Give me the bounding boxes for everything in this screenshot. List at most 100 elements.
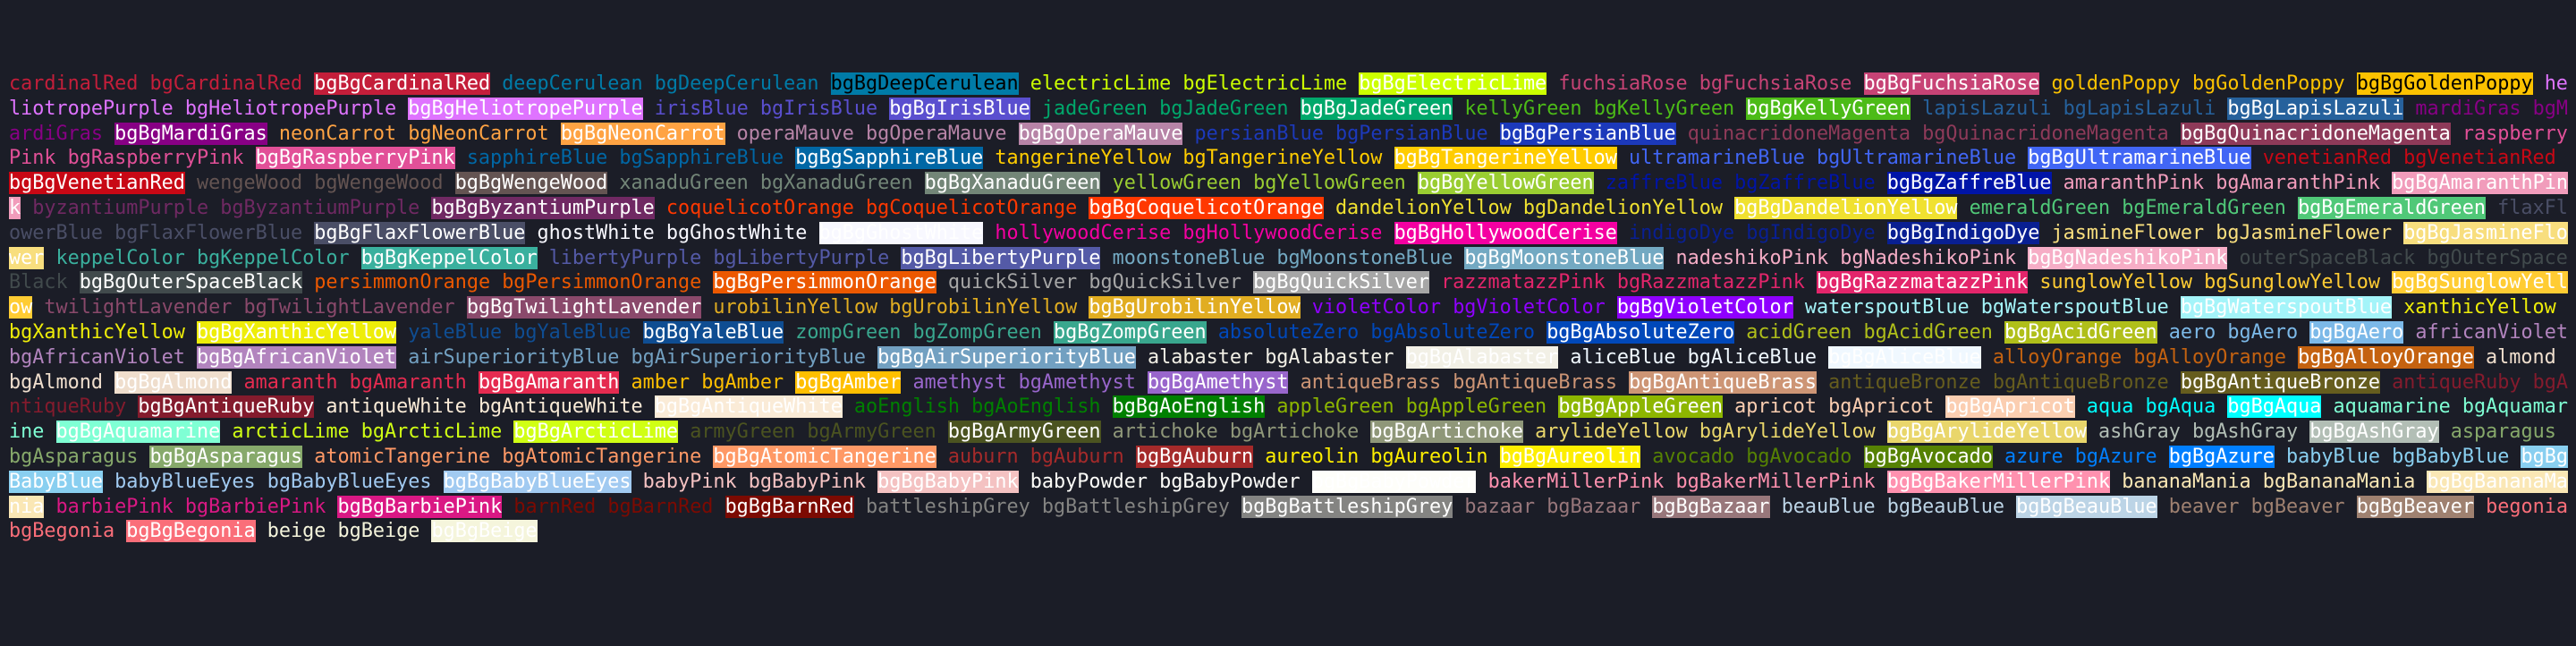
- color-swatch-bg: bgBgApricot: [1945, 395, 2075, 419]
- color-name-fg: indigoDye: [1629, 221, 1735, 244]
- color-swatch-bg: bgBgPersimmonOrange: [713, 271, 936, 294]
- color-name-fg: aqua: [2086, 395, 2134, 419]
- color-name-bg: bgVenetianRed: [2403, 147, 2556, 170]
- terminal-window[interactable]: cardinalRed bgCardinalRed bgBgCardinalRe…: [0, 0, 2576, 646]
- color-swatch-bg: bgBgCardinalRed: [314, 72, 491, 95]
- color-swatch-bg: bgBgUrobilinYellow: [1089, 296, 1301, 319]
- color-name-bg: bgWengeWood: [314, 172, 444, 195]
- color-swatch-bg: bgBgKellyGreen: [1746, 97, 1911, 120]
- color-swatch-bg: bgBgAntiqueWhite: [654, 395, 843, 419]
- color-name-fg: almond: [2486, 345, 2556, 369]
- color-name-bg: bgAvocado: [1746, 445, 1852, 468]
- color-swatch-bg: bgBgDeepCerulean: [830, 72, 1019, 95]
- color-name-fg: byzantiumPurple: [32, 196, 209, 219]
- color-swatch-bg: bgBgMoonstoneBlue: [1464, 246, 1665, 269]
- color-swatch-bg: bgBgAshGray: [2309, 421, 2439, 444]
- color-swatch-bg: bgBgKeppelColor: [360, 246, 538, 269]
- color-name-fg: zompGreen: [795, 320, 902, 344]
- color-name-fg: auburn: [947, 445, 1019, 468]
- color-name-fg: arylideYellow: [1535, 421, 1688, 444]
- color-swatch-bg: bgBgAuburn: [1135, 445, 1254, 468]
- color-name-fg: quinacridoneMagenta: [1687, 122, 1911, 145]
- color-name-fg: amethyst: [912, 370, 1007, 394]
- color-name-fg: acidGreen: [1746, 320, 1852, 344]
- color-swatch-bg: bgBgHollywoodCerise: [1394, 221, 1617, 244]
- color-name-fg: ghostWhite: [537, 221, 655, 244]
- color-name-bg: bgAlloyOrange: [2133, 345, 2286, 369]
- color-name-fg: begonia: [2486, 495, 2568, 518]
- color-name-bg: bgPersimmonOrange: [502, 271, 702, 294]
- color-name-bg: bgAirSuperiorityBlue: [631, 345, 866, 369]
- color-name-fg: sunglowYellow: [2039, 271, 2192, 294]
- color-swatch-bg: bgBgArtichoke: [1370, 421, 1523, 444]
- color-swatch-bg: bgBgAureolin: [1499, 445, 1641, 468]
- color-swatch-bg: bgBgIrisBlue: [889, 97, 1030, 120]
- color-swatch-bg: bgBgAppleGreen: [1558, 395, 1724, 419]
- color-swatch-bg: bgBgBabyBlueEyes: [443, 470, 631, 493]
- color-swatch-bg: bgBgNeonCarrot: [560, 122, 725, 145]
- color-swatch-bg: bgBgBarbiePink: [337, 495, 503, 518]
- color-name-bg: bgXanthicYellow: [9, 320, 185, 344]
- color-name-bg: bgGhostWhite: [665, 221, 808, 244]
- color-swatch-bg: bgBgXanthicYellow: [196, 320, 397, 344]
- color-name-bg: bgAshGray: [2192, 421, 2299, 444]
- color-name-fg: bazaar: [1464, 495, 1536, 518]
- color-name-bg: bgAmber: [701, 370, 784, 394]
- color-name-bg: bgAqua: [2145, 395, 2216, 419]
- color-name-bg: bgKeppelColor: [196, 246, 350, 269]
- color-swatch-bg: bgBgOuterSpaceBlack: [79, 271, 303, 294]
- color-name-bg: bgAlmond: [9, 370, 103, 394]
- color-name-fg: persimmonOrange: [314, 271, 491, 294]
- color-name-bg: bgTangerineYellow: [1182, 147, 1383, 170]
- color-swatch-bg: bgBgBabyPink: [877, 470, 1019, 493]
- color-name-bg: bgGoldenPoppy: [2191, 72, 2345, 95]
- color-name-fg: coquelicotOrange: [665, 196, 854, 219]
- color-name-bg: bgZaffreBlue: [1734, 172, 1876, 195]
- color-name-fg: barbiePink: [55, 495, 174, 518]
- color-name-bg: bgBabyPowder: [1159, 470, 1301, 493]
- color-swatch-bg: bgBgZaffreBlue: [1886, 172, 2052, 195]
- color-name-fg: sapphireBlue: [466, 147, 608, 170]
- color-swatch-bg: bgBgYaleBlue: [642, 320, 784, 344]
- color-name-fg: hollywoodCerise: [995, 221, 1172, 244]
- color-swatch-bg: bgBgAoEnglish: [1112, 395, 1266, 419]
- color-name-fg: moonstoneBlue: [1112, 246, 1266, 269]
- color-name-bg: bgAlabaster: [1265, 345, 1394, 369]
- color-name-fg: bakerMillerPink: [1487, 470, 1665, 493]
- color-swatch-bg: bgBgWengeWood: [454, 172, 608, 195]
- color-name-bg: bgQuickSilver: [1089, 271, 1241, 294]
- color-name-bg: bgHeliotropePurple: [184, 97, 397, 120]
- color-swatch-bg: bgBgZompGreen: [1053, 320, 1207, 344]
- color-swatch-bg: bgBgArmyGreen: [947, 421, 1101, 444]
- color-name-fg: yaleBlue: [408, 320, 503, 344]
- color-name-fg: aliceBlue: [1570, 345, 1676, 369]
- color-name-bg: bgKellyGreen: [1593, 97, 1735, 120]
- color-name-fg: alabaster: [1147, 345, 1254, 369]
- color-swatch-bg: bgBgFlaxFlowerBlue: [314, 221, 526, 244]
- color-name-fg: xanaduGreen: [619, 172, 749, 195]
- color-name-bg: bgNeonCarrot: [408, 122, 549, 145]
- color-name-bg: bgAntiqueBronze: [1992, 370, 2169, 394]
- color-name-fg: neonCarrot: [278, 122, 397, 145]
- color-swatch-bg: bgBgFuchsiaRose: [1863, 72, 2040, 95]
- color-swatch-bg: bgBgXanaduGreen: [924, 172, 1101, 195]
- color-swatch-bg: bgBgHeliotropePurple: [408, 97, 643, 120]
- color-name-fg: mardiGras: [2415, 97, 2521, 120]
- terminal-output: cardinalRed bgCardinalRed bgBgCardinalRe…: [9, 72, 2572, 544]
- color-name-bg: bgBarnRed: [607, 495, 714, 518]
- color-name-bg: bgBazaar: [1546, 495, 1641, 518]
- color-name-bg: bgFlaxFlowerBlue: [114, 221, 303, 244]
- color-swatch-bg: bgBgArylideYellow: [1886, 421, 2087, 444]
- color-swatch-bg: bgBgElectricLime: [1359, 72, 1547, 95]
- color-swatch-bg: bgBgQuickSilver: [1253, 271, 1429, 294]
- color-name-bg: bgYaleBlue: [513, 320, 631, 344]
- color-name-fg: aoEnglish: [853, 395, 960, 419]
- color-swatch-bg: bgBgJadeGreen: [1300, 97, 1453, 120]
- color-swatch-bg: bgBgBeauBlue: [2016, 495, 2157, 518]
- color-name-fg: libertyPurple: [548, 246, 702, 269]
- color-name-fg: urobilinYellow: [713, 296, 878, 319]
- color-name-fg: outerSpaceBlack: [2239, 246, 2416, 269]
- color-name-fg: artichoke: [1112, 421, 1218, 444]
- color-name-fg: beaver: [2168, 495, 2240, 518]
- color-name-bg: bgAoEnglish: [971, 395, 1101, 419]
